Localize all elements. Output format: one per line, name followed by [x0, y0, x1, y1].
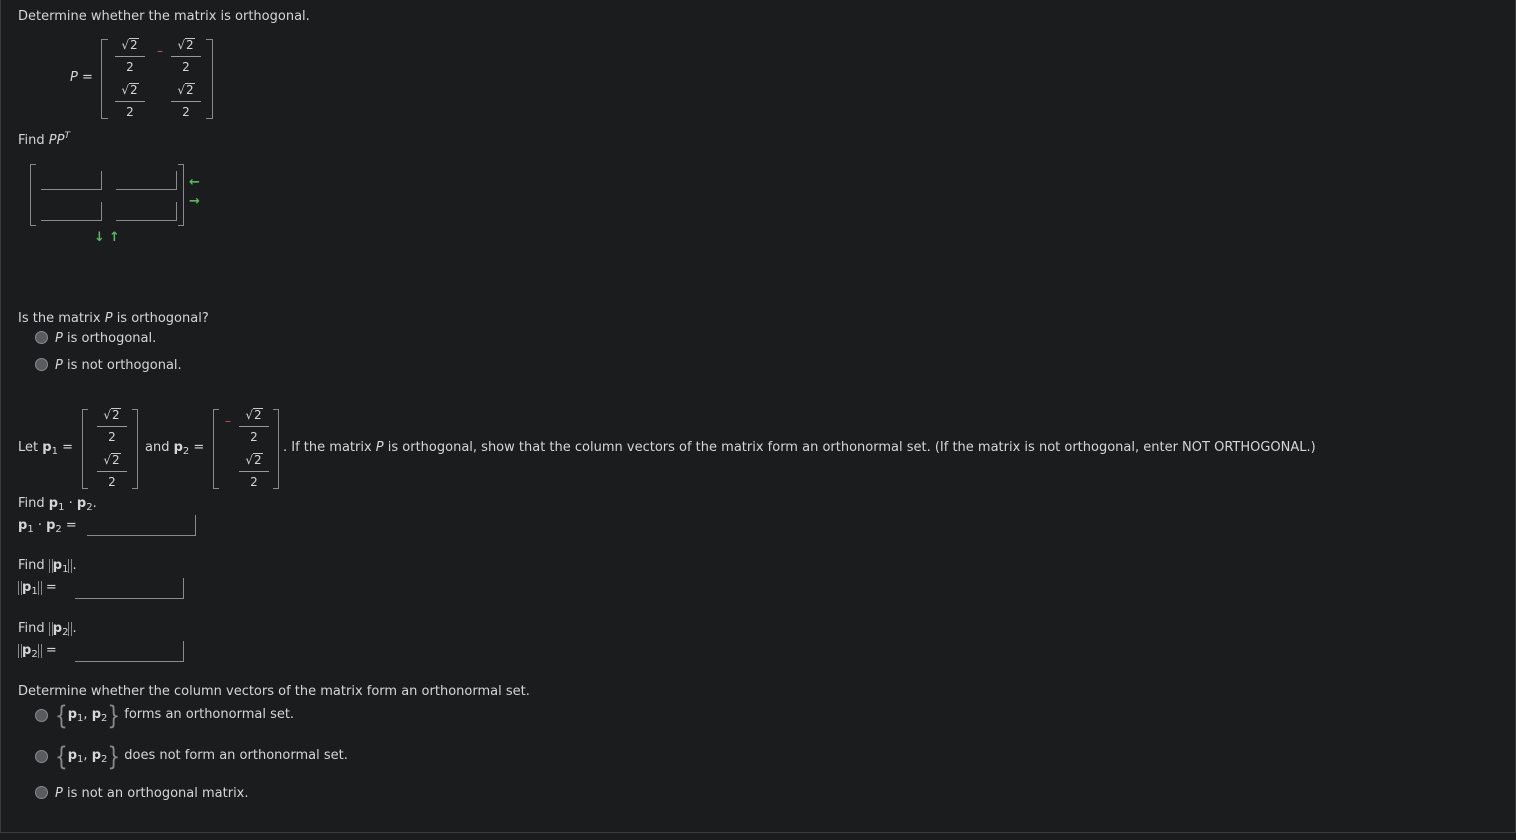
matrix-entry-12: √2 2: [168, 36, 204, 75]
ppt-cell-22[interactable]: [116, 202, 177, 221]
norm-p2-input[interactable]: [75, 641, 184, 662]
right-arrow-icon[interactable]: →: [189, 194, 200, 209]
radio-not-orthogonal[interactable]: [35, 358, 48, 371]
radio-not-form-orthonormal[interactable]: [35, 750, 48, 763]
ppt-cell-11[interactable]: [41, 171, 102, 190]
p2-entry-1: √2 2: [236, 406, 272, 445]
input-matrix-right-bracket: [178, 164, 184, 226]
p2-right-bracket: [273, 409, 279, 489]
p2-left-bracket: [213, 409, 219, 489]
option-not-orthogonal-label: P is not orthogonal.: [55, 358, 182, 373]
input-matrix-left-bracket: [30, 164, 36, 226]
let-p1-label: Let p1 =: [18, 440, 73, 457]
negative-sign: –: [157, 44, 163, 58]
radio-orthogonal[interactable]: [35, 331, 48, 344]
left-arrow-icon[interactable]: ←: [189, 175, 200, 190]
matrix-entry-11: √2 2: [112, 36, 148, 75]
find-ppt-label: Find PPT: [18, 131, 70, 148]
p1-right-bracket: [132, 409, 138, 489]
radio-not-orthogonal-matrix[interactable]: [35, 786, 48, 799]
question-prompt: Determine whether the matrix is orthogon…: [18, 9, 310, 24]
norm-p2-equation: p2 =: [18, 643, 57, 660]
negative-sign: –: [225, 414, 231, 428]
down-arrow-icon[interactable]: ↓: [94, 230, 105, 245]
radio-forms-orthonormal[interactable]: [35, 709, 48, 722]
orthogonal-question: Is the matrix P is orthogonal?: [18, 311, 209, 326]
find-norm-p1-label: Find p1.: [18, 558, 77, 575]
orthonormal-instruction: . If the matrix P is orthogonal, show th…: [283, 440, 1316, 455]
norm-p1-equation: p1 =: [18, 580, 57, 597]
up-arrow-icon[interactable]: ↑: [109, 230, 120, 245]
find-norm-p2-label: Find p2.: [18, 621, 77, 638]
ppt-cell-21[interactable]: [41, 202, 102, 221]
and-p2-label: and p2 =: [145, 440, 205, 457]
p1-entry-1: √2 2: [94, 406, 130, 445]
orthonormal-set-question: Determine whether the column vectors of …: [18, 684, 530, 699]
p1-entry-2: √2 2: [94, 451, 130, 490]
matrix-entry-21: √2 2: [112, 81, 148, 120]
ppt-cell-12[interactable]: [116, 171, 177, 190]
find-dot-product-label: Find p1 · p2.: [18, 496, 97, 513]
matrix-p-label: P =: [70, 70, 93, 85]
p1-left-bracket: [82, 409, 88, 489]
norm-p1-input[interactable]: [75, 578, 184, 599]
dot-product-input[interactable]: [87, 515, 196, 536]
option-forms-orthonormal-label: {p1, p2} forms an orthonormal set.: [55, 698, 295, 731]
dot-product-equation: p1 · p2 =: [18, 518, 77, 535]
matrix-right-bracket: [206, 39, 213, 119]
option-orthogonal-label: P is orthogonal.: [55, 331, 157, 346]
p2-entry-2: √2 2: [236, 451, 272, 490]
option-not-orthogonal-matrix-label: P is not an orthogonal matrix.: [55, 786, 249, 801]
matrix-left-bracket: [101, 39, 108, 119]
option-not-form-orthonormal-label: {p1, p2} does not form an orthonormal se…: [55, 739, 348, 772]
matrix-entry-22: √2 2: [168, 81, 204, 120]
